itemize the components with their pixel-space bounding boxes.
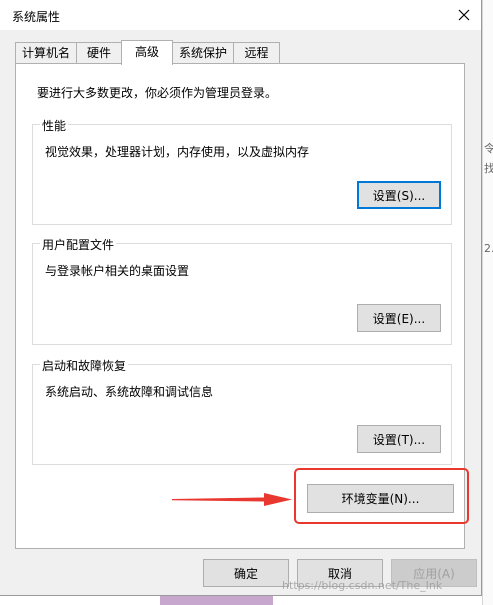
tab-remote[interactable]: 远程 [233, 42, 280, 63]
close-icon [458, 9, 470, 21]
performance-legend: 性能 [40, 117, 69, 134]
tab-advanced[interactable]: 高级 [121, 40, 173, 65]
annotation-arrow-icon [172, 493, 292, 506]
tab-computer-name[interactable]: 计算机名 [15, 42, 77, 63]
tab-hardware[interactable]: 硬件 [76, 42, 122, 63]
background-text-fragment: 令 [484, 142, 493, 155]
background-taskbar-fragment [160, 596, 273, 605]
background-window-edge [482, 0, 493, 605]
annotation-highlight-box [294, 468, 469, 524]
background-text-fragment: 找 [484, 162, 493, 175]
performance-group: 性能 视觉效果，处理器计划，内存使用，以及虚拟内存 设置(S)... [32, 117, 452, 225]
user-profiles-settings-button[interactable]: 设置(E)... [357, 304, 441, 332]
user-profiles-group: 用户配置文件 与登录帐户相关的桌面设置 设置(E)... [32, 236, 452, 345]
startup-recovery-settings-button[interactable]: 设置(T)... [357, 425, 441, 453]
user-profiles-description: 与登录帐户相关的桌面设置 [45, 264, 190, 278]
user-profiles-legend: 用户配置文件 [40, 236, 117, 253]
close-button[interactable] [447, 0, 481, 30]
startup-recovery-legend: 启动和故障恢复 [40, 357, 129, 374]
startup-recovery-description: 系统启动、系统故障和调试信息 [45, 385, 214, 399]
ok-button[interactable]: 确定 [203, 559, 289, 587]
title-bar[interactable]: 系统属性 [0, 0, 481, 30]
startup-recovery-group: 启动和故障恢复 系统启动、系统故障和调试信息 设置(T)... [32, 357, 452, 465]
performance-description: 视觉效果，处理器计划，内存使用，以及虚拟内存 [45, 145, 310, 159]
admin-notice: 要进行大多数更改，你必须作为管理员登录。 [37, 86, 278, 100]
background-text-fragment: 2. [484, 242, 493, 255]
tab-system-protection[interactable]: 系统保护 [172, 42, 234, 63]
watermark-text: https://blog.csdn.net/The_Ink [282, 579, 443, 592]
window-title: 系统属性 [12, 10, 61, 24]
performance-settings-button[interactable]: 设置(S)... [357, 181, 441, 209]
